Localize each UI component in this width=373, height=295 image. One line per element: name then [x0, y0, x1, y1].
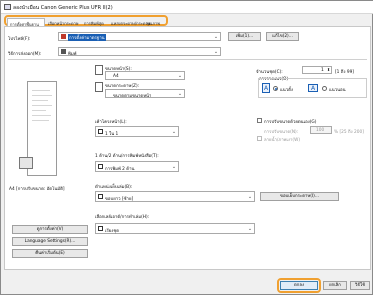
copies-range: [1 ถึง 99]: [335, 70, 354, 75]
profile-value: การตั้งค่ามาตรฐาน: [68, 34, 106, 41]
output-method-combo[interactable]: พิมพ์ ⌄: [58, 47, 221, 57]
output-size-value: ขนาดตามขนาดหน้า: [113, 94, 152, 99]
preview-line: [32, 95, 52, 96]
portrait-label: แนวตั้ง: [280, 88, 294, 93]
page-layout-combo[interactable]: 1 ใน 1 ⌄: [95, 126, 179, 137]
title-bar: ลองนำเมือน Canon Generic Plus UFR II(2): [1, 1, 373, 14]
preview-line: [32, 120, 49, 121]
scaling-ratio-range: % [25 ถึง 200]: [334, 130, 364, 135]
landscape-label: แนวนอน: [329, 88, 346, 93]
finishing-value: เรียงชุด: [105, 229, 120, 234]
chevron-down-icon: ⌄: [213, 34, 219, 40]
page-size-value: A4: [113, 74, 119, 79]
finishing-combo[interactable]: เรียงชุด ⌄: [95, 223, 255, 234]
landscape-icon: A: [308, 84, 318, 92]
copies-value: 1: [321, 68, 324, 73]
chevron-down-icon: ⌄: [171, 129, 177, 135]
duplex-combo[interactable]: การพิมพ์ 2 ด้าน ⌄: [95, 161, 179, 172]
language-settings-button[interactable]: Language Settings(R)...: [12, 237, 88, 246]
preview-line: [32, 110, 46, 111]
chevron-down-icon: ⌄: [177, 73, 183, 79]
portrait-radio[interactable]: [273, 86, 278, 91]
finishing-label: เลือกเลย์เอาต์/การทำเล่ม(H):: [95, 215, 150, 220]
preview-line: [32, 115, 51, 116]
print-icon: [61, 49, 66, 54]
duplex-label: 1 ด้าน/2 ด้าน/การพิมพ์หนังสือ(T):: [95, 154, 159, 159]
collate-icon: [98, 226, 103, 231]
landscape-radio[interactable]: [322, 86, 327, 91]
page-layout-label: เค้าโครงหน้า(L):: [95, 120, 127, 125]
copies-input[interactable]: 1 ⬍: [302, 66, 332, 74]
output-method-value: พิมพ์: [68, 52, 77, 57]
window-title: ลองนำเมือน Canon Generic Plus UFR II(2): [13, 5, 113, 11]
divider: [8, 59, 367, 60]
tab-strip: การตั้งค่าพื้นฐาน เลือกหน้ากระดาษ การพิม…: [4, 15, 168, 27]
output-size-icon: [95, 82, 103, 92]
document-stack-icon: [19, 157, 33, 169]
watermark-checkbox[interactable]: [257, 136, 262, 141]
dialog-window: ลองนำเมือน Canon Generic Plus UFR II(2) …: [0, 0, 373, 295]
profile-combo[interactable]: การตั้งค่ามาตรฐาน ⌄: [58, 32, 221, 41]
output-size-label: ขนาดกระดาษ(Z):: [105, 84, 140, 89]
edit-profile-button[interactable]: แก้ไข(2)...: [266, 32, 299, 41]
gutter-button[interactable]: ขอบเย็บกระดาษ(I)...: [260, 192, 339, 201]
duplex-icon: [98, 164, 103, 169]
printer-icon: [4, 4, 11, 10]
page-layout-value: 1 ใน 1: [105, 132, 119, 137]
duplex-value: การพิมพ์ 2 ด้าน: [105, 167, 135, 172]
chevron-down-icon: ⌄: [247, 226, 253, 232]
scaling-ratio-input[interactable]: 100: [310, 126, 332, 134]
chevron-down-icon: ⌄: [171, 164, 177, 170]
add-profile-button[interactable]: เพิ่ม(1)...: [228, 32, 261, 41]
binding-location-combo[interactable]: ขอบยาว [ซ้าย] ⌄: [95, 191, 255, 202]
copies-label: จำนวนชุด(C):: [256, 70, 283, 75]
watermark-label: ลายน้ำ/ภาพเงา(W): [264, 138, 301, 143]
restore-defaults-button[interactable]: คืนค่าเริ่มต้น(E): [12, 249, 88, 258]
binding-location-value: ขอบยาว [ซ้าย]: [105, 197, 134, 202]
binding-icon: [98, 194, 103, 199]
preview-caption: A4 [การปรับขนาด: อัตโนมัติ]: [9, 187, 65, 192]
manual-scaling-checkbox[interactable]: [257, 118, 262, 123]
layout-icon: [98, 129, 103, 134]
help-button[interactable]: วิธีใช้: [350, 281, 370, 290]
preview-line: [32, 105, 52, 106]
profile-label: โปรไฟล์(F):: [8, 37, 31, 42]
copies-spinner-icon[interactable]: ⬍: [327, 67, 330, 72]
page-size-combo[interactable]: A4 ⌄: [105, 71, 185, 80]
manual-scaling-label: การปรับขนาดด้วยตนเอง(G): [264, 120, 317, 125]
settings-panel: โปรไฟล์(F): การตั้งค่ามาตรฐาน ⌄ เพิ่ม(1)…: [4, 26, 371, 270]
scaling-ratio-value: 100: [316, 128, 325, 133]
view-settings-button[interactable]: ดูการตั้งค่า(V): [12, 225, 88, 234]
page-size-icon: [95, 65, 103, 75]
output-size-combo[interactable]: ขนาดตามขนาดหน้า ⌄: [105, 89, 185, 99]
output-method-label: วิธีการส่งออก(M):: [8, 52, 42, 57]
binding-location-label: ตำแหน่งเย็บเล่ม(B):: [95, 185, 133, 190]
profile-icon: [61, 34, 66, 39]
preview-line: [32, 100, 48, 101]
cancel-button[interactable]: ยกเลิก: [323, 281, 347, 290]
preview-line: [32, 90, 50, 91]
chevron-down-icon: ⌄: [177, 91, 183, 97]
chevron-down-icon: ⌄: [213, 49, 219, 55]
ok-button[interactable]: ตกลง: [280, 281, 318, 290]
chevron-down-icon: ⌄: [247, 194, 253, 200]
scaling-ratio-label: การปรับขนาด(N):: [264, 130, 299, 135]
portrait-icon: A: [262, 83, 270, 93]
